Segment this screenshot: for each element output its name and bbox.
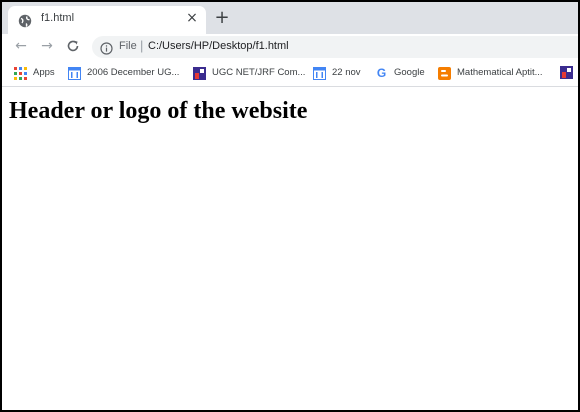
bookmark-label: 2006 December UG...	[87, 67, 180, 78]
browser-toolbar: ← → File | C:/Users/HP/Desktop/f1.html	[2, 34, 578, 60]
bookmark-label: Google	[394, 67, 425, 78]
scheme-separator: |	[140, 38, 144, 53]
bookmark-google[interactable]: G Google	[375, 66, 425, 80]
page-content: Header or logo of the website	[2, 87, 578, 410]
url-text[interactable]: C:/Users/HP/Desktop/f1.html	[148, 40, 289, 52]
new-tab-button[interactable]: +	[212, 8, 232, 28]
google-docs-icon	[313, 66, 326, 80]
scheme-label: File	[119, 40, 137, 52]
google-docs-icon	[68, 66, 81, 80]
apps-grid-icon	[14, 66, 27, 80]
bookmark-apps[interactable]: Apps	[14, 66, 55, 80]
back-arrow-icon[interactable]: ←	[12, 37, 30, 55]
forward-arrow-icon[interactable]: →	[38, 37, 56, 55]
bookmark-label: UGC NET/JRF Com...	[212, 67, 306, 78]
bookmark-ugc-net[interactable]: UGC NET/JRF Com...	[193, 66, 305, 80]
info-icon[interactable]	[100, 40, 113, 55]
site-favicon-icon	[193, 66, 206, 80]
reload-icon[interactable]	[64, 37, 82, 55]
browser-window: f1.html × + ← → File | C:/Users/HP/Deskt…	[0, 0, 580, 412]
page-heading: Header or logo of the website	[9, 98, 308, 124]
bookmark-label: 22 nov	[332, 67, 361, 78]
bookmarks-bar: Apps 2006 December UG... UGC NET/JRF Com…	[2, 60, 578, 87]
bookmark-2006-december[interactable]: 2006 December UG...	[68, 66, 179, 80]
bookmark-mathematical-aptitude[interactable]: Mathematical Aptit...	[438, 66, 543, 80]
address-bar[interactable]: File | C:/Users/HP/Desktop/f1.html	[92, 36, 578, 58]
google-g-icon: G	[376, 65, 387, 80]
site-favicon-icon	[560, 66, 573, 79]
tab-f1-html[interactable]: f1.html ×	[8, 6, 206, 34]
globe-icon	[18, 13, 32, 28]
bookmark-label: Apps	[33, 67, 55, 78]
bookmark-22-nov[interactable]: 22 nov	[313, 66, 361, 80]
blogger-icon	[438, 66, 451, 80]
bookmark-overflow-partial[interactable]	[560, 66, 578, 80]
tab-strip: f1.html × +	[2, 2, 578, 34]
tab-title: f1.html	[41, 12, 75, 24]
close-tab-icon[interactable]: ×	[184, 10, 200, 26]
bookmark-label: Mathematical Aptit...	[457, 67, 543, 78]
